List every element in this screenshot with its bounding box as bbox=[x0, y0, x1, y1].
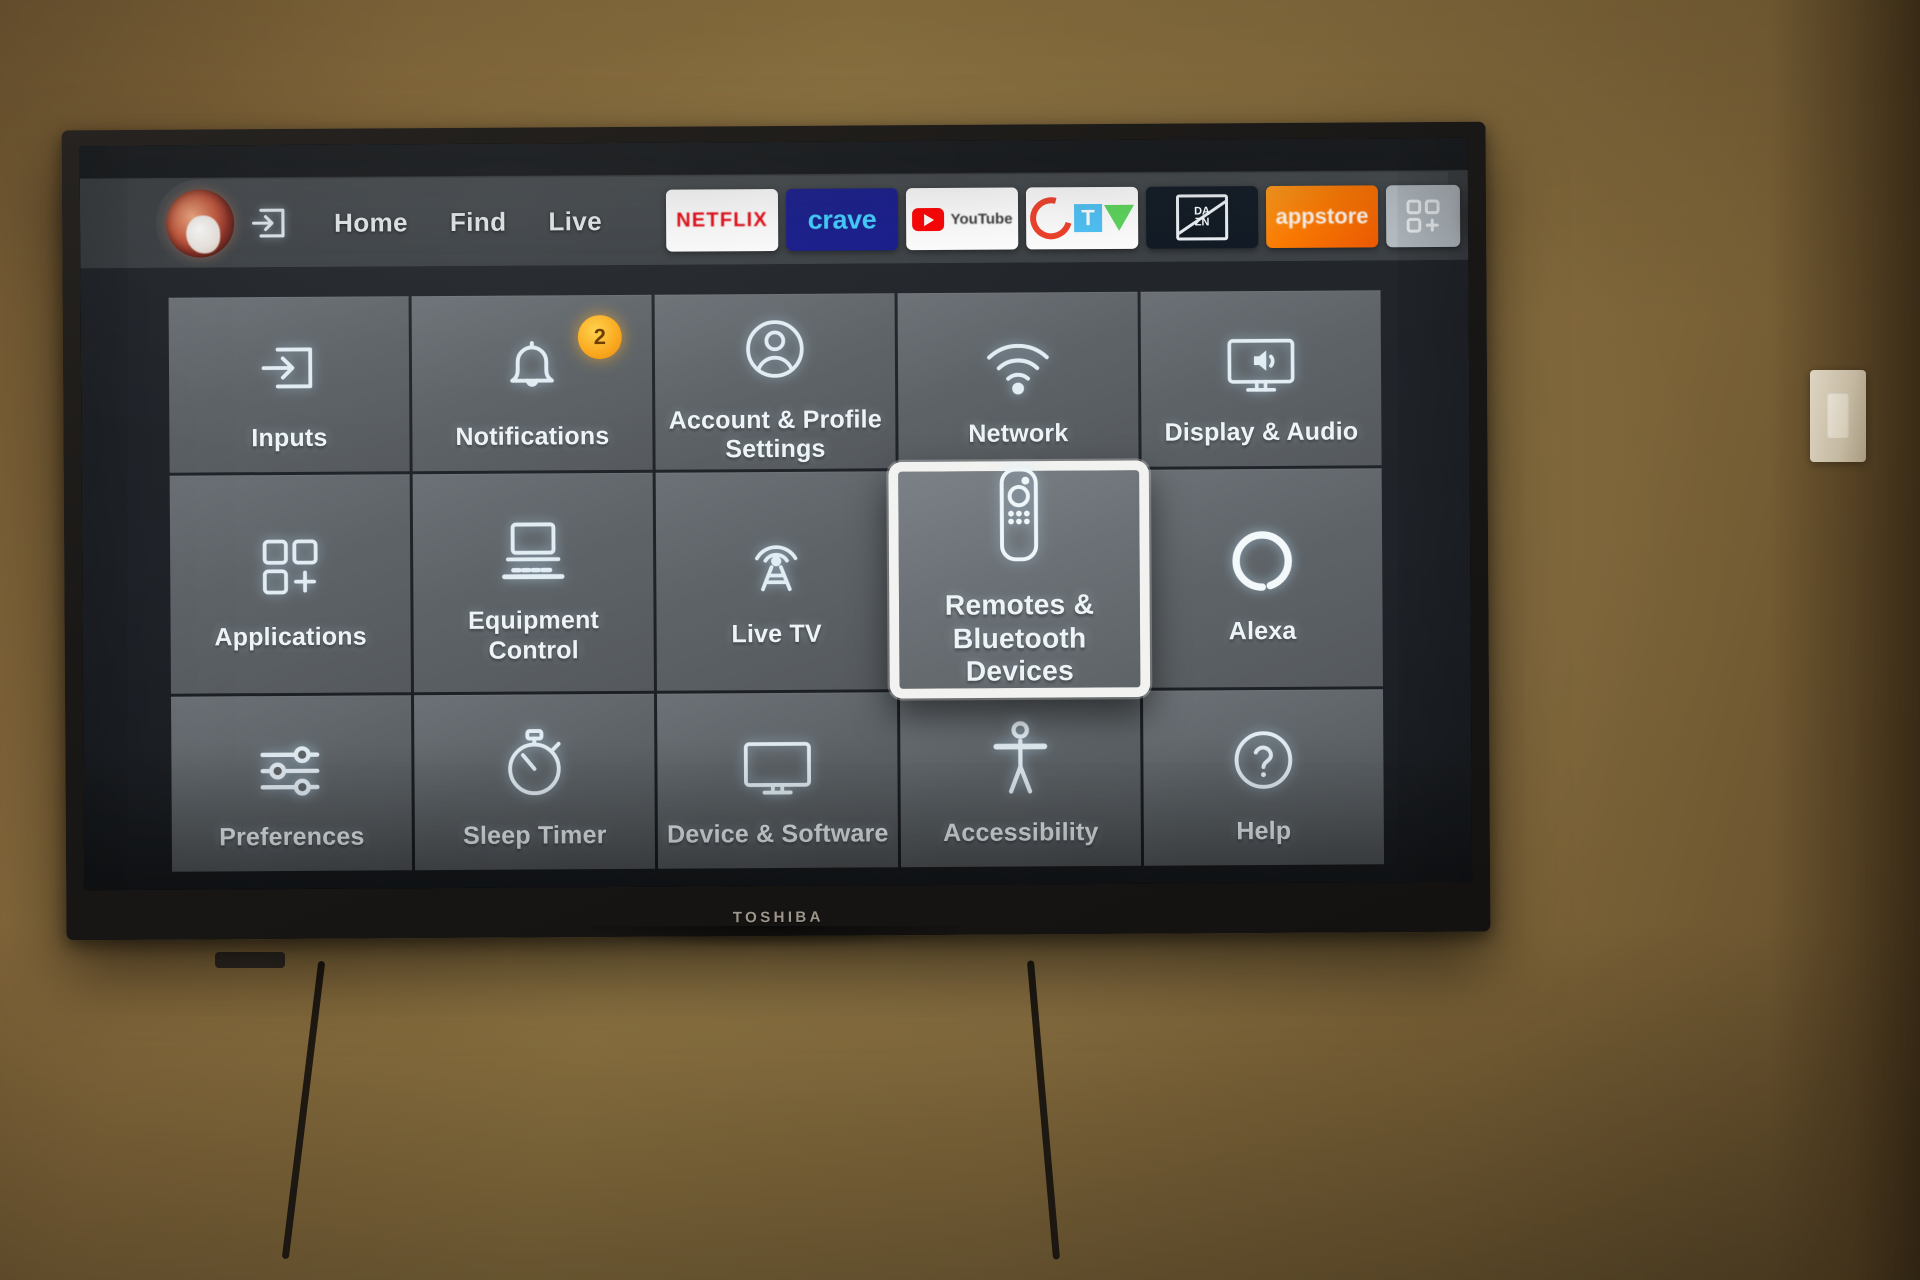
netflix-logo: NETFLIX bbox=[676, 208, 768, 232]
question-circle-icon bbox=[1228, 709, 1299, 795]
crave-logo: crave bbox=[807, 203, 877, 235]
settings-gear-icon[interactable] bbox=[1467, 175, 1473, 256]
person-circle-icon bbox=[740, 298, 811, 384]
tile-device-software[interactable]: Device & Software bbox=[656, 692, 899, 869]
wifi-icon bbox=[981, 311, 1056, 397]
tile-inputs[interactable]: Inputs bbox=[168, 296, 410, 473]
nav-link-live[interactable]: Live bbox=[548, 206, 602, 237]
youtube-play-icon bbox=[911, 207, 944, 231]
app-tile-appstore[interactable]: appstore bbox=[1265, 185, 1379, 248]
tile-equipment-control[interactable]: Equipment Control bbox=[412, 472, 654, 693]
bell-icon bbox=[497, 314, 568, 400]
app-tile-crave[interactable]: crave bbox=[785, 188, 899, 251]
tile-network[interactable]: Network bbox=[897, 291, 1139, 469]
tile-sleep-timer[interactable]: Sleep Timer bbox=[413, 693, 656, 871]
tile-remotes-bluetooth-devices[interactable]: Remotes & Bluetooth Devices bbox=[888, 460, 1151, 699]
tile-label: Remotes & Bluetooth Devices bbox=[944, 587, 1095, 688]
tile-label: Inputs bbox=[251, 423, 328, 452]
tile-help[interactable]: Help bbox=[1142, 689, 1385, 866]
tile-display-audio[interactable]: Display & Audio bbox=[1140, 290, 1382, 467]
apps-grid-icon[interactable] bbox=[1385, 184, 1461, 248]
television: Home Find Live NETFLIX crave YouTube T D… bbox=[61, 121, 1491, 941]
light-switch-plate bbox=[1810, 370, 1866, 462]
tile-label: Notifications bbox=[455, 421, 610, 451]
tile-account-profile-settings[interactable]: Account & Profile Settings bbox=[654, 293, 896, 470]
ctv-t-mark: T bbox=[1073, 204, 1103, 233]
alexa-ring-icon bbox=[1228, 509, 1297, 595]
tile-label: Applications bbox=[214, 622, 367, 652]
profile-avatar[interactable] bbox=[165, 189, 235, 258]
tile-label: Accessibility bbox=[943, 817, 1099, 847]
remote-control-icon bbox=[992, 467, 1047, 565]
nav-link-home[interactable]: Home bbox=[334, 207, 408, 238]
app-tile-netflix[interactable]: NETFLIX bbox=[665, 188, 779, 252]
inputs-icon bbox=[255, 315, 324, 401]
tile-live-tv[interactable]: Live TV bbox=[655, 471, 897, 691]
tv-speaker-icon bbox=[1223, 310, 1300, 396]
broadcast-tower-icon bbox=[741, 512, 812, 598]
apps-grid-plus-icon bbox=[256, 515, 325, 601]
tile-notifications[interactable]: 2 Notifications bbox=[411, 294, 653, 472]
app-tile-ctv[interactable]: T bbox=[1025, 186, 1139, 250]
ctv-c-mark bbox=[1025, 189, 1080, 248]
tile-label: Device & Software bbox=[666, 819, 889, 849]
settings-tile-grid: Inputs 2 Notifications Account & Profile… bbox=[168, 290, 1385, 872]
fire-tv-screen: Home Find Live NETFLIX crave YouTube T D… bbox=[79, 137, 1473, 891]
stopwatch-icon bbox=[500, 713, 569, 799]
avatar-image bbox=[186, 215, 221, 254]
tv-bezel: Home Find Live NETFLIX crave YouTube T D… bbox=[79, 137, 1473, 891]
sliders-icon bbox=[255, 714, 328, 800]
nav-pill: Home Find Live NETFLIX crave YouTube T D… bbox=[155, 171, 1473, 268]
tile-label: Display & Audio bbox=[1164, 417, 1359, 447]
app-tile-youtube[interactable]: YouTube bbox=[905, 187, 1019, 251]
tile-accessibility[interactable]: Accessibility bbox=[899, 690, 1142, 868]
cable-clip bbox=[215, 952, 285, 968]
tv-stand-shadow bbox=[560, 926, 980, 948]
tile-label: Alexa bbox=[1228, 617, 1297, 646]
appstore-logo: appstore bbox=[1275, 203, 1369, 229]
tile-label: Equipment Control bbox=[467, 606, 600, 665]
wall-corner-shadow bbox=[1770, 0, 1920, 1280]
ctv-v-mark bbox=[1103, 204, 1135, 231]
tile-alexa[interactable]: Alexa bbox=[1141, 468, 1383, 688]
youtube-logo: YouTube bbox=[950, 210, 1013, 228]
app-shortcuts-strip: NETFLIX crave YouTube T DA ZN appstore bbox=[665, 184, 1461, 252]
tile-label: Help bbox=[1236, 816, 1292, 845]
inputs-icon[interactable] bbox=[248, 201, 292, 245]
tile-label: Account & Profile Settings bbox=[668, 405, 882, 464]
tile-label: Sleep Timer bbox=[463, 820, 607, 850]
nav-link-find[interactable]: Find bbox=[450, 206, 507, 237]
tile-label: Preferences bbox=[219, 822, 365, 852]
tile-applications[interactable]: Applications bbox=[169, 474, 411, 694]
monitor-keyboard-icon bbox=[497, 499, 570, 585]
tile-label: Live TV bbox=[731, 619, 822, 649]
accessibility-icon bbox=[989, 710, 1052, 796]
tv-icon bbox=[739, 712, 816, 798]
tile-preferences[interactable]: Preferences bbox=[171, 695, 413, 872]
dazn-logo: DA ZN bbox=[1175, 194, 1229, 241]
top-navigation-bar: Home Find Live NETFLIX crave YouTube T D… bbox=[79, 137, 1473, 269]
app-tile-dazn[interactable]: DA ZN bbox=[1145, 186, 1259, 249]
notification-badge: 2 bbox=[577, 314, 622, 360]
tile-label: Network bbox=[968, 418, 1069, 448]
